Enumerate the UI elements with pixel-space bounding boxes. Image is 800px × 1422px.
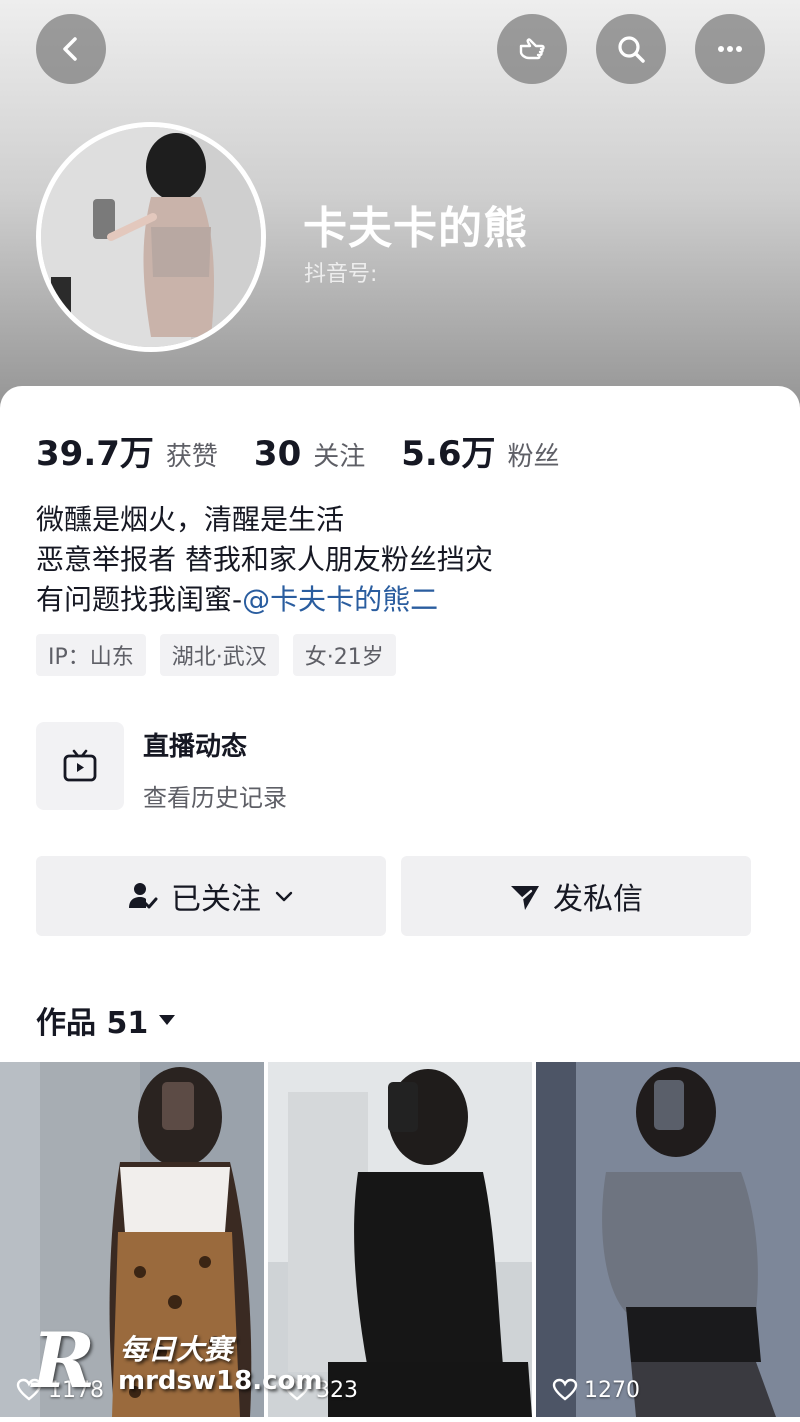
tag-location: 湖北·武汉 [159, 634, 279, 676]
send-message-label: 发私信 [553, 882, 643, 917]
user-check-icon [129, 883, 158, 909]
stat-following-value: 30 [253, 434, 302, 474]
bio-line: 有问题找我闺蜜-@卡夫卡的熊二 [36, 580, 493, 620]
stat-likes-label: 获赞 [165, 442, 218, 472]
tv-icon [63, 749, 97, 782]
search-icon [618, 36, 645, 63]
bio-line: 恶意举报者 替我和家人朋友粉丝挡灾 [36, 543, 493, 576]
tag-ip: IP：山东 [36, 634, 146, 676]
followed-button[interactable]: 已关注 [36, 856, 386, 936]
stats-row: 39.7万 获赞 30 关注 5.6万 粉丝 [36, 426, 596, 475]
back-icon [63, 37, 77, 61]
more-icon [718, 46, 742, 52]
like-count-value: 1270 [584, 1377, 640, 1403]
chevron-down-icon [275, 891, 293, 902]
bio-line: 微醺是烟火，清醒是生活 [36, 503, 345, 536]
live-history-entry[interactable]: 直播动态 查看历史记录 [36, 722, 766, 812]
live-icon-box [36, 722, 124, 810]
stat-followers-value: 5.6万 [401, 434, 496, 474]
watermark-url: mrdsw18.com [118, 1366, 323, 1396]
video-thumbnail[interactable]: 1270 [536, 1062, 800, 1417]
profile-header: 卡夫卡的熊 抖音号: [0, 0, 800, 430]
search-button[interactable] [596, 14, 666, 84]
works-label: 作品 51 [36, 1006, 149, 1041]
watermark-logo: R [32, 1316, 96, 1405]
stat-followers-label: 粉丝 [507, 442, 560, 472]
watermark: R 每日大赛 mrdsw18.com [10, 1316, 340, 1416]
back-button[interactable] [36, 14, 106, 84]
tag-list: IP：山东 湖北·武汉 女·21岁 [36, 634, 410, 676]
stat-followers[interactable]: 5.6万 粉丝 [401, 426, 559, 475]
heart-icon [552, 1378, 578, 1401]
stat-likes-value: 39.7万 [36, 434, 154, 474]
watermark-name: 每日大赛 [120, 1333, 233, 1366]
douyin-id-label: 抖音号: [304, 262, 378, 287]
works-tab[interactable]: 作品 51 [36, 998, 178, 1042]
stat-following[interactable]: 30 关注 [254, 434, 365, 474]
nickname: 卡夫卡的熊 [303, 203, 528, 254]
bio-mention-link[interactable]: @卡夫卡的熊二 [242, 583, 438, 616]
bio-text: 有问题找我闺蜜- [36, 583, 243, 616]
tag-gender-age: 女·21岁 [292, 634, 396, 676]
action-buttons: 已关注 发私信 [36, 856, 752, 936]
send-message-button[interactable]: 发私信 [401, 856, 751, 936]
avatar-photo [41, 127, 261, 347]
bio: 微醺是烟火，清醒是生活 恶意举报者 替我和家人朋友粉丝挡灾 有问题找我闺蜜-@卡… [36, 500, 493, 620]
more-button[interactable] [695, 14, 765, 84]
caret-down-icon [159, 1015, 176, 1025]
stat-following-label: 关注 [313, 442, 366, 472]
send-icon [511, 886, 539, 910]
like-count: 1270 [552, 1377, 640, 1403]
followed-label: 已关注 [171, 882, 261, 917]
hand-pointer-button[interactable] [497, 14, 567, 84]
hand-pointer-icon [519, 38, 545, 60]
video-cover-image [536, 1062, 800, 1417]
avatar[interactable] [36, 122, 266, 352]
stat-likes[interactable]: 39.7万 获赞 [36, 426, 218, 475]
live-subtitle: 查看历史记录 [143, 784, 287, 812]
live-title: 直播动态 [143, 732, 248, 762]
